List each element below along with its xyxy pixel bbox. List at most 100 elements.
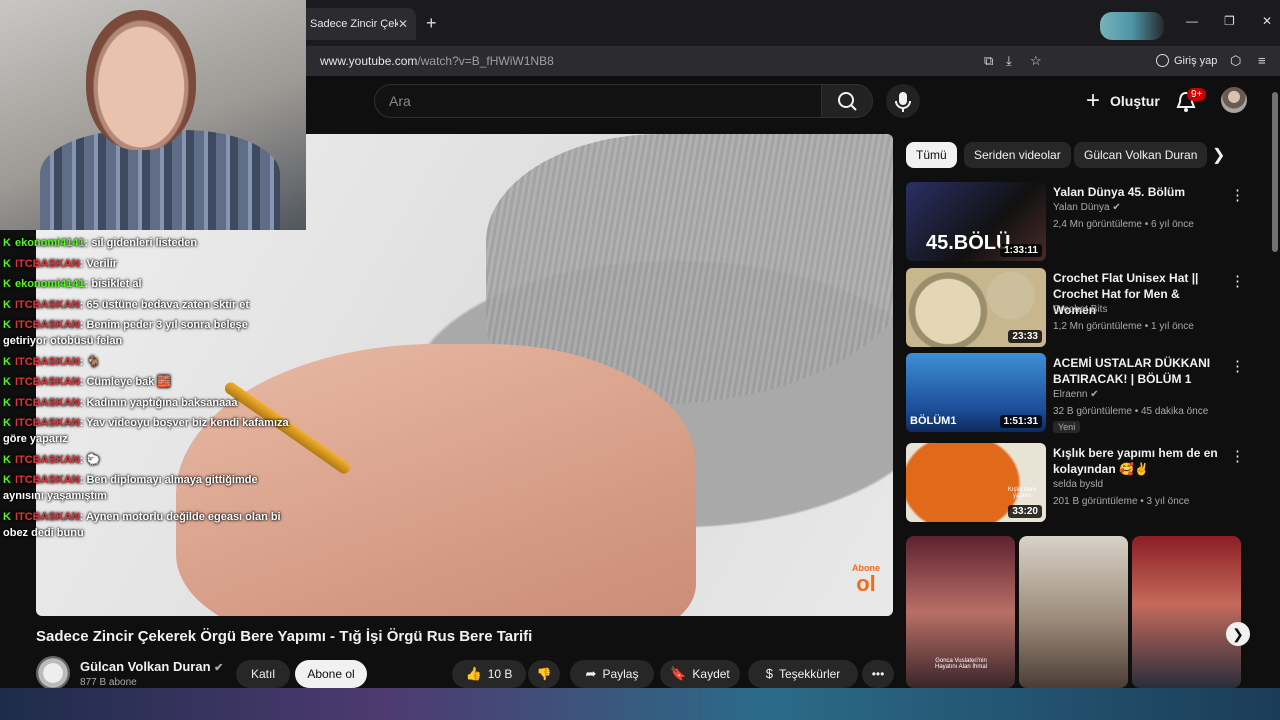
share-arrow-icon: ➦ [585,666,597,681]
kick-icon: K [3,453,11,466]
more-vert-icon[interactable]: ⋮ [1230,186,1245,204]
super-thanks-icon: $ [765,666,773,681]
close-window-icon[interactable]: ✕ [1262,14,1272,28]
recommendation-channel[interactable]: Crochet Bits [1053,304,1107,315]
search-icon [838,92,857,111]
video-thumbnail[interactable]: 45.BÖLÜ 1:33:11 [906,182,1046,261]
webcam-person-face [86,10,196,150]
chat-message: K ITCBASKAN: Aynen motorlu değilde egeası… [3,510,281,539]
recommendation-item[interactable]: BÖLÜM1 1:51:31 ACEMİ USTALAR DÜKKANI BAT… [906,353,1246,433]
chat-message: K ITCBASKAN: Ben diplomayı almaya gittiği… [3,474,258,502]
recommendation-title[interactable]: ACEMİ USTALAR DÜKKANI BATIRACAK! | BÖLÜM… [1053,355,1218,387]
minimize-icon[interactable]: — [1186,14,1198,28]
video-thumbnail[interactable]: BÖLÜM1 1:51:31 [906,353,1046,432]
join-button[interactable]: Katıl [236,660,290,688]
shorts-card[interactable] [1132,536,1241,688]
channel-avatar[interactable] [36,656,70,690]
recommendation-channel[interactable]: Yalan Dünya ✔ [1053,202,1121,213]
new-tab-icon[interactable]: + [426,14,437,32]
kick-icon: K [3,376,11,388]
tab-close-icon[interactable]: ✕ [398,17,408,31]
streamer-webcam [0,0,306,230]
subscribe-watermark[interactable]: Abone ol [852,564,880,595]
video-duration: 1:51:31 [999,415,1042,428]
subscriber-count: 877 B abone [80,677,137,688]
microphone-icon [895,92,911,112]
voice-search-button[interactable] [886,84,920,118]
channel-name[interactable]: Gülcan Volkan Duran ✔ [80,659,223,674]
video-duration: 1:33:11 [1000,244,1042,257]
thumbs-down-icon: 👎 [536,667,552,681]
chat-message: K ITCBASKAN: Yav videoyu boşver biz kendi… [3,417,289,445]
recommendation-meta: 32 B görüntüleme • 45 dakika önce [1053,406,1209,417]
video-thumbnail[interactable]: 23:33 [906,268,1046,347]
chip-channel[interactable]: Gülcan Volkan Duran [1074,142,1208,168]
chat-message: K ITCBASKAN: Verilir [3,257,118,270]
more-vert-icon[interactable]: ⋮ [1230,272,1245,290]
search-input[interactable]: Ara [374,84,822,118]
download-icon[interactable]: ⤓ [1006,53,1012,69]
recommendation-channel[interactable]: Elraenn ✔ [1053,389,1099,400]
notifications-badge: 9+ [1187,88,1207,101]
dislike-button[interactable]: 👎 [528,660,560,688]
recommendation-title[interactable]: Yalan Dünya 45. Bölüm [1053,184,1218,200]
kick-icon: K [3,298,11,311]
shorts-card[interactable] [1019,536,1128,688]
plus-icon: + [1086,87,1101,114]
chevron-right-icon[interactable]: ❯ [1212,145,1225,165]
kick-icon: K [3,474,11,486]
install-app-icon[interactable]: ⧉ [984,53,993,69]
kick-icon: K [3,355,11,368]
subscribe-button[interactable]: Abone ol [295,660,367,688]
more-vert-icon[interactable]: ⋮ [1230,357,1245,375]
recommendation-title[interactable]: Kışlık bere yapımı hem de en kolayından … [1053,445,1218,477]
chat-message: K ITCBASKAN: 🐑 [3,453,101,466]
recommendation-meta: 201 B görüntüleme • 3 yıl önce [1053,496,1190,507]
more-actions-button[interactable]: ••• [862,660,894,688]
chat-message: Kekonomi4141: sil gidenleri listeden [3,237,198,249]
account-avatar[interactable] [1221,87,1247,113]
stream-chat-overlay: Kekonomi4141: sil gidenleri listeden K IT… [3,235,293,545]
bookmark-star-icon[interactable]: ☆ [1030,53,1042,69]
recommendation-channel[interactable]: selda bysld [1053,479,1103,490]
recommendation-meta: 2,4 Mn görüntüleme • 6 yıl önce [1053,219,1194,230]
verified-icon: ✔ [1112,202,1121,213]
chip-series[interactable]: Seriden videolar [964,142,1071,168]
new-badge: Yeni [1053,421,1081,433]
more-vert-icon[interactable]: ⋮ [1230,447,1245,465]
create-button[interactable]: + Oluştur [1084,84,1160,118]
recommendation-item[interactable]: Kışlık bere yapımı 33:20 Kışlık bere yap… [906,443,1246,523]
chat-message: K ITCBASKAN: 65 üstüne bedava zaten sktir… [3,298,250,311]
like-button[interactable]: 👍 10 B [452,660,526,688]
kick-icon: K [3,278,11,290]
screen: Sadece Zincir Çekerek Örgü ✕ + — ❐ ✕ www… [0,0,1280,720]
extensions-icon[interactable]: ⬡ [1230,53,1241,69]
save-button[interactable]: 🔖 Kaydet [660,660,740,688]
scrollbar[interactable] [1272,92,1278,252]
maximize-icon[interactable]: ❐ [1224,14,1235,28]
recommendation-item[interactable]: 23:33 Crochet Flat Unisex Hat || Crochet… [906,268,1246,348]
login-button[interactable]: Giriş yap [1150,50,1225,72]
kick-icon: K [3,417,11,429]
recommendation-item[interactable]: 45.BÖLÜ 1:33:11 Yalan Dünya 45. Bölüm Ya… [906,182,1246,262]
chat-message: K ITCBASKAN: 🐐 [3,355,101,368]
kick-icon: K [3,319,11,331]
search-button[interactable] [821,84,873,118]
share-button[interactable]: ➦ Paylaş [570,660,654,688]
chat-message: Kekonomi4141: bisiklet al [3,278,142,290]
thanks-button[interactable]: $ Teşekkürler [748,660,858,688]
browser-tab[interactable]: Sadece Zincir Çekerek Örgü ✕ [300,8,416,40]
bookmark-icon: 🔖 [670,666,687,681]
kick-icon: K [3,257,11,270]
chat-message: K ITCBASKAN: Benim peder 3 yıl sonra bele… [3,319,248,347]
browser-menu-icon[interactable]: ≡ [1258,53,1266,68]
url-text[interactable]: www.youtube.com/watch?v=B_fHWiW1NB8 [320,54,554,68]
tab-title: Sadece Zincir Çekerek Örgü [310,18,398,30]
video-thumbnail[interactable]: Kışlık bere yapımı 33:20 [906,443,1046,522]
chevron-right-icon[interactable]: ❯ [1226,622,1250,646]
chat-message: K ITCBASKAN: Kadının yaptığına baksanaaa [3,396,238,409]
chip-all[interactable]: Tümü [906,142,957,168]
shorts-card[interactable]: Gonca Vuslateri'nin Hayatını Alan İhmal [906,536,1015,688]
video-duration: 23:33 [1008,330,1042,343]
kick-icon: K [3,396,11,409]
